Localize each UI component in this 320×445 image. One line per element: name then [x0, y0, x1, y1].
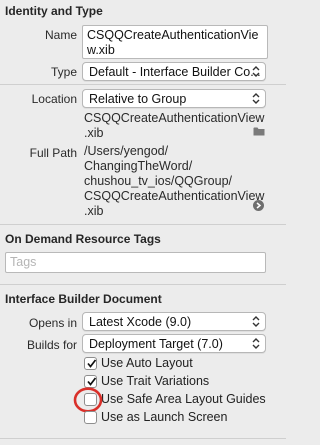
location-popup-value: Relative to Group	[89, 92, 187, 106]
ib-section-title: Interface Builder Document	[5, 292, 162, 306]
popup-arrows-icon	[252, 338, 260, 349]
fullpath-line: chushou_tv_ios/QQGroup/	[84, 174, 232, 188]
builds-for-popup[interactable]: Deployment Target (7.0)	[82, 334, 266, 353]
fullpath-label: Full Path	[29, 146, 77, 160]
fullpath-line: CSQQCreateAuthenticationView	[84, 189, 265, 203]
opens-in-popup[interactable]: Latest Xcode (9.0)	[82, 312, 266, 331]
reveal-arrow-icon[interactable]	[253, 200, 264, 211]
identity-divider	[0, 84, 286, 85]
section-divider	[0, 284, 286, 285]
use-as-launch-screen-checkbox[interactable]	[84, 411, 97, 424]
use-trait-variations-label[interactable]: Use Trait Variations	[101, 374, 209, 388]
highlight-ring	[73, 387, 103, 413]
popup-arrows-icon	[252, 316, 260, 327]
section-divider	[0, 224, 286, 225]
name-label: Name	[44, 28, 77, 42]
section-divider	[0, 438, 286, 439]
location-path-line: .xib	[84, 126, 104, 140]
identity-section-title: Identity and Type	[5, 4, 103, 18]
popup-arrows-icon	[252, 93, 260, 104]
type-popup[interactable]: Default - Interface Builder Co...	[82, 62, 266, 81]
checkmark-icon	[87, 377, 97, 386]
folder-icon[interactable]	[253, 126, 265, 136]
opens-in-popup-value: Latest Xcode (9.0)	[89, 315, 192, 329]
use-safe-area-label[interactable]: Use Safe Area Layout Guides	[101, 392, 266, 406]
name-field[interactable]: CSQQCreateAuthenticationView.xib	[82, 25, 268, 59]
fullpath-line: ChangingTheWord/	[84, 159, 193, 173]
name-field-value: CSQQCreateAuthenticationView.xib	[87, 28, 259, 57]
location-path-line: CSQQCreateAuthenticationView	[84, 111, 265, 125]
tags-field[interactable]: Tags	[5, 252, 266, 273]
fullpath-line: .xib	[84, 204, 104, 218]
tags-placeholder: Tags	[10, 255, 37, 269]
fullpath-line: /Users/yengod/	[84, 144, 169, 158]
location-path: CSQQCreateAuthenticationView .xib	[84, 111, 264, 141]
tags-section-title: On Demand Resource Tags	[5, 232, 161, 246]
type-popup-value: Default - Interface Builder Co...	[89, 65, 261, 79]
use-auto-layout-label[interactable]: Use Auto Layout	[101, 356, 193, 370]
builds-for-popup-value: Deployment Target (7.0)	[89, 337, 223, 351]
use-as-launch-screen-label[interactable]: Use as Launch Screen	[101, 410, 227, 424]
fullpath-value: /Users/yengod/ ChangingTheWord/ chushou_…	[84, 144, 264, 219]
type-label: Type	[50, 65, 77, 79]
use-auto-layout-checkbox[interactable]	[84, 357, 97, 370]
popup-arrows-icon	[252, 66, 260, 77]
opens-in-label: Opens in	[28, 316, 77, 330]
builds-for-label: Builds for	[26, 338, 77, 352]
location-popup[interactable]: Relative to Group	[82, 89, 266, 108]
location-label: Location	[31, 92, 77, 106]
checkmark-icon	[87, 359, 97, 368]
